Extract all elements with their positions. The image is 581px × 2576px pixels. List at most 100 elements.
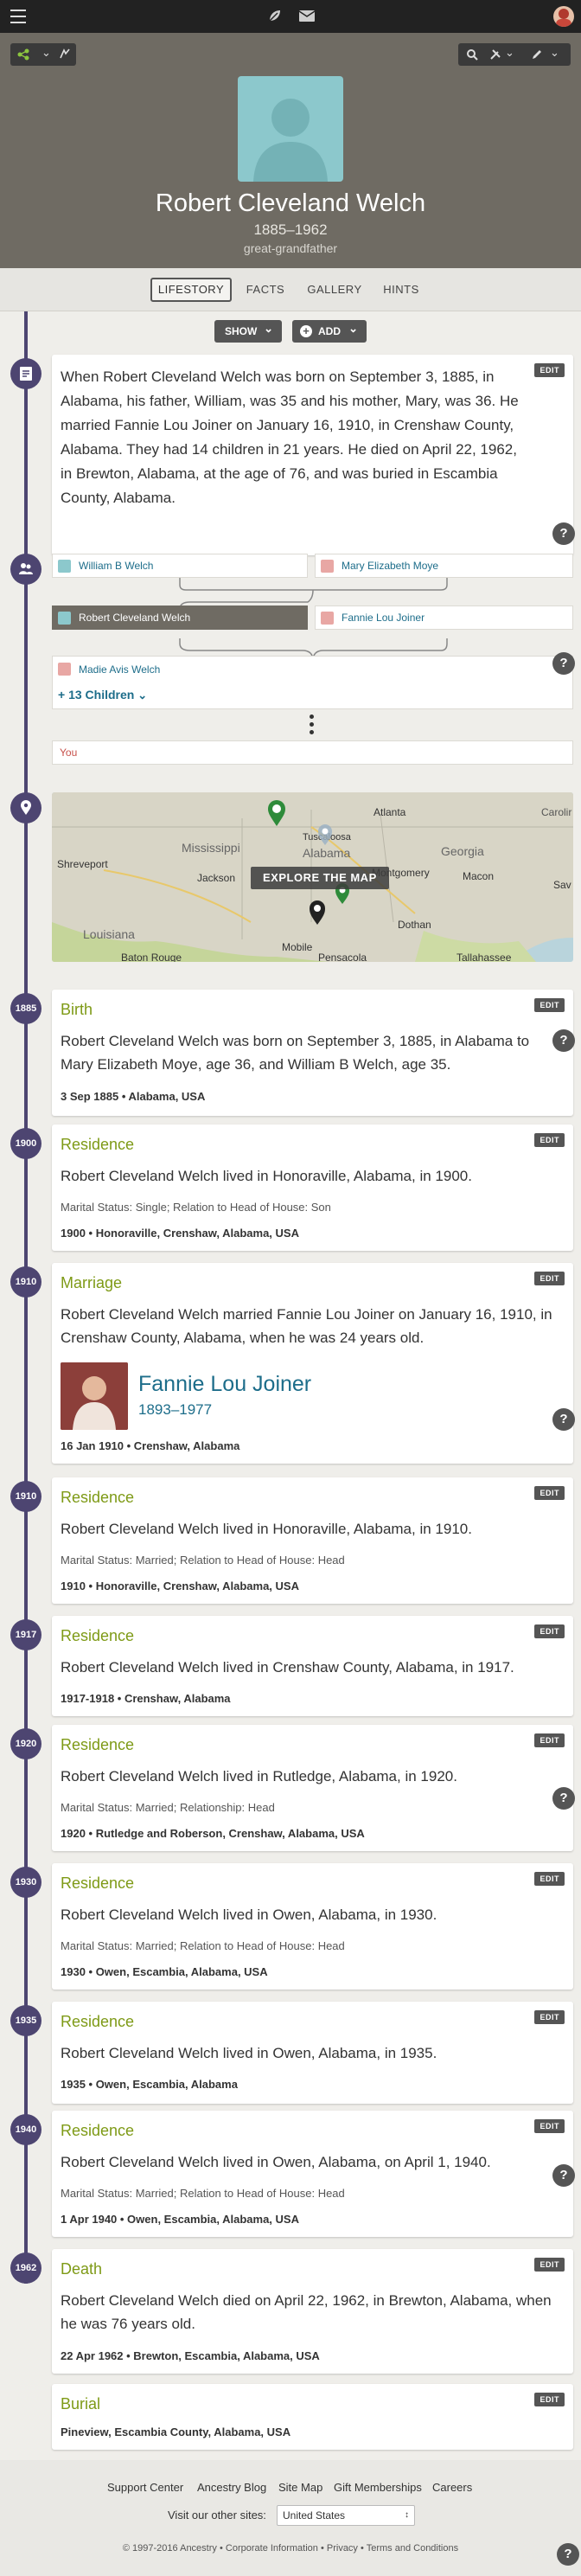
tools-icon[interactable] (489, 48, 501, 65)
event-date-place: 1930 • Owen, Escambia, Alabama, USA (61, 1965, 268, 1978)
edit-button[interactable]: EDIT (534, 1272, 565, 1285)
help-icon[interactable]: ? (552, 522, 575, 545)
leaf-logo-icon[interactable] (268, 9, 282, 22)
event-card-residence: EDIT Residence Robert Cleveland Welch li… (52, 2111, 575, 2237)
event-card-residence: EDIT Residence Robert Cleveland Welch li… (52, 1725, 575, 1851)
tab-hints[interactable]: HINTS (377, 278, 425, 302)
edit-button[interactable]: EDIT (534, 1133, 565, 1147)
map-pin-icon[interactable] (266, 799, 287, 831)
site-select[interactable]: United States ↕ (277, 2505, 415, 2526)
event-detail: Marital Status: Married; Relation to Hea… (61, 2187, 345, 2200)
footer-link-support[interactable]: Support Center (107, 2481, 183, 2494)
footer-link-careers[interactable]: Careers (432, 2481, 472, 2494)
show-button[interactable]: SHOW ⌄ (214, 320, 282, 343)
edit-button[interactable]: EDIT (534, 998, 565, 1012)
copyright-line: © 1997-2016 Ancestry • Corporate Informa… (122, 2543, 459, 2554)
help-icon[interactable]: ? (552, 1029, 575, 1052)
event-text: Robert Cleveland Welch married Fannie Lo… (61, 1306, 552, 1346)
map-label: Sav (553, 879, 571, 891)
story-icon (10, 358, 42, 389)
you-box[interactable]: You (52, 740, 573, 765)
mail-icon[interactable] (298, 10, 316, 22)
year-marker: 1962 (10, 2252, 42, 2284)
tree-icon (17, 48, 29, 65)
map-label: Baton Rouge (121, 952, 182, 962)
event-text: Robert Cleveland Welch died on April 22,… (61, 2292, 552, 2332)
father-name: William B Welch (79, 560, 154, 572)
search-icon[interactable] (466, 48, 478, 65)
edit-button[interactable]: EDIT (534, 2258, 565, 2272)
help-icon[interactable]: ? (552, 2164, 575, 2187)
event-text: Robert Cleveland Welch lived in Honoravi… (61, 1521, 472, 1537)
tab-facts[interactable]: FACTS (242, 278, 289, 302)
event-date-place: 1935 • Owen, Escambia, Alabama (61, 2078, 238, 2091)
event-detail: Marital Status: Married; Relation to Hea… (61, 1554, 345, 1567)
event-title: Death (61, 2260, 103, 2278)
menu-icon[interactable] (10, 10, 26, 23)
edit-button[interactable]: EDIT (534, 2393, 565, 2406)
spouse-box[interactable]: Fannie Lou Joiner (315, 606, 573, 630)
top-navigation-bar (0, 0, 581, 33)
show-label: SHOW (225, 325, 258, 337)
explore-map-button[interactable]: EXPLORE THE MAP (251, 867, 389, 889)
more-generations-icon[interactable] (310, 714, 315, 735)
event-date-place: 16 Jan 1910 • Crenshaw, Alabama (61, 1439, 240, 1452)
event-card-residence: EDIT Residence Robert Cleveland Welch li… (52, 1125, 573, 1251)
profile-photo-placeholder[interactable] (238, 76, 343, 182)
edit-button[interactable]: EDIT (534, 1486, 565, 1500)
footer-link-gift[interactable]: Gift Memberships (334, 2481, 422, 2494)
visit-sites-label: Visit our other sites: (168, 2509, 266, 2522)
map-label: Louisiana (83, 927, 135, 941)
footer-link-privacy[interactable]: Privacy (327, 2543, 358, 2554)
tree-view-button[interactable]: ⌄ (10, 43, 76, 66)
spouse-link-name[interactable]: Fannie Lou Joiner (138, 1372, 311, 1397)
event-card-birth: EDIT Birth Robert Cleveland Welch was bo… (52, 990, 575, 1116)
event-text: Robert Cleveland Welch lived in Owen, Al… (61, 2045, 437, 2061)
year-marker: 1920 (10, 1728, 42, 1759)
help-icon[interactable]: ? (552, 1408, 575, 1431)
mother-box[interactable]: Mary Elizabeth Moye (315, 554, 573, 578)
help-icon[interactable]: ? (552, 1787, 575, 1810)
event-card-residence: EDIT Residence Robert Cleveland Welch li… (52, 2002, 573, 2104)
help-icon[interactable]: ? (552, 652, 575, 675)
user-avatar[interactable] (553, 6, 574, 27)
map-label: Mobile (282, 941, 313, 953)
year-marker: 1917 (10, 1619, 42, 1650)
event-title: Burial (61, 2395, 101, 2413)
tab-lifestory[interactable]: LIFESTORY (150, 278, 232, 302)
footer-link-blog[interactable]: Ancestry Blog (197, 2481, 266, 2494)
event-title: Residence (61, 1874, 135, 1892)
current-location-pin-icon[interactable] (308, 900, 327, 930)
footer-link-corporate[interactable]: Corporate Information (226, 2543, 318, 2554)
add-button[interactable]: + ADD ⌄ (292, 320, 367, 343)
year-marker: 1935 (10, 2005, 42, 2036)
edit-button[interactable]: EDIT (534, 2119, 565, 2133)
event-text: Robert Cleveland Welch lived in Rutledge… (61, 1768, 457, 1785)
edit-button[interactable]: EDIT (534, 1624, 565, 1638)
footer-link-terms[interactable]: Terms and Conditions (367, 2543, 458, 2554)
spouse-photo[interactable] (61, 1362, 128, 1430)
more-children-link[interactable]: + 13 Children ⌄ (58, 688, 147, 702)
edit-button[interactable]: EDIT (534, 2010, 565, 2024)
map-panel[interactable]: Atlanta Carolir Shreveport Mississippi T… (52, 792, 573, 962)
self-box[interactable]: Robert Cleveland Welch (52, 606, 308, 630)
child-item[interactable]: Madie Avis Welch (58, 663, 160, 676)
map-pin-icon[interactable] (316, 823, 334, 850)
story-text: When Robert Cleveland Welch was born on … (61, 368, 519, 506)
edit-button[interactable]: EDIT (534, 363, 565, 377)
event-card-residence: EDIT Residence Robert Cleveland Welch li… (52, 1477, 573, 1604)
map-label: Georgia (441, 844, 484, 858)
footer-link-sitemap[interactable]: Site Map (278, 2481, 322, 2494)
year-marker: 1930 (10, 1867, 42, 1898)
female-avatar-icon (321, 560, 334, 573)
edit-chevron-icon[interactable]: ⌄ (550, 46, 559, 60)
edit-button[interactable]: EDIT (534, 1872, 565, 1886)
event-text: Robert Cleveland Welch lived in Crenshaw… (61, 1659, 514, 1676)
tools-chevron-icon[interactable]: ⌄ (505, 46, 514, 60)
spouse-name: Fannie Lou Joiner (342, 612, 425, 624)
tab-gallery[interactable]: GALLERY (303, 278, 367, 302)
help-icon[interactable]: ? (557, 2543, 579, 2566)
edit-button[interactable]: EDIT (534, 1733, 565, 1747)
edit-pencil-icon[interactable] (531, 48, 543, 65)
father-box[interactable]: William B Welch (52, 554, 308, 578)
